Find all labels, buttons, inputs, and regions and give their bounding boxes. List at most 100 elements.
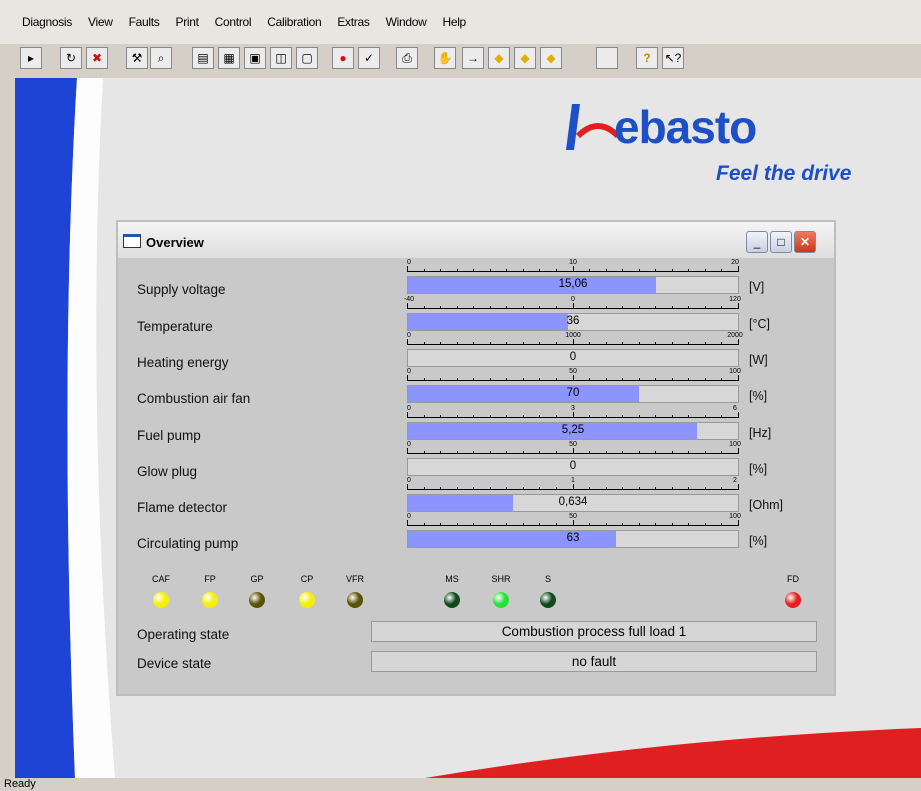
menu: Diagnosis View Faults Print Control Calibrati… bbox=[14, 15, 474, 35]
led-indicator-vfr bbox=[347, 592, 363, 608]
led-label-fd: FD bbox=[787, 574, 799, 584]
menu-item-calibration[interactable]: Calibration bbox=[259, 15, 329, 35]
menu-item-control[interactable]: Control bbox=[207, 15, 260, 35]
gauge-scale: 0 10 20 bbox=[407, 259, 739, 276]
gauge-unit: [%] bbox=[749, 389, 768, 403]
tool-icon[interactable]: ⚒ bbox=[126, 47, 148, 69]
tick-label: 0 bbox=[407, 405, 411, 412]
logo-word: ebasto bbox=[614, 101, 757, 153]
gauge-bar: 0 bbox=[407, 458, 739, 476]
menu-item-extras[interactable]: Extras bbox=[329, 15, 377, 35]
window-titlebar[interactable]: Overview _ □ ✕ bbox=[118, 222, 834, 258]
arrow-icon[interactable]: → bbox=[462, 47, 484, 69]
gauge: 0 1000 2000 0 bbox=[407, 332, 743, 367]
menu-item-faults[interactable]: Faults bbox=[121, 15, 168, 35]
maximize-button[interactable]: □ bbox=[770, 231, 792, 253]
gauge-label: Combustion air fan bbox=[137, 391, 251, 406]
window-icon[interactable]: ▢ bbox=[296, 47, 318, 69]
panel-icon[interactable]: ▣ bbox=[244, 47, 266, 69]
tick-label: 0 bbox=[407, 441, 411, 448]
menu-bar: Diagnosis View Faults Print Control Calibrati… bbox=[0, 0, 921, 44]
refresh-icon[interactable]: ↻ bbox=[60, 47, 82, 69]
gauge-bar: 36 bbox=[407, 313, 739, 331]
led-indicator-cp bbox=[299, 592, 315, 608]
gauge-scale: 0 50 100 bbox=[407, 513, 741, 530]
menu-item-view[interactable]: View bbox=[80, 15, 121, 35]
webasto-logo: ebasto Feel the drive bbox=[566, 100, 866, 190]
device-state-value: no fault bbox=[371, 651, 817, 672]
led-label-shr: SHR bbox=[491, 574, 511, 584]
gauge-label: Heating energy bbox=[137, 355, 229, 370]
context-help-icon[interactable]: ↖? bbox=[662, 47, 684, 69]
led-indicator-gp bbox=[249, 592, 265, 608]
menu-item-print[interactable]: Print bbox=[167, 15, 206, 35]
tagline: Feel the drive bbox=[716, 162, 852, 185]
tick-label: 50 bbox=[569, 513, 577, 520]
gauge-scale: 0 50 100 bbox=[407, 441, 741, 458]
record-icon[interactable]: ● bbox=[332, 47, 354, 69]
gauge-bar: 63 bbox=[407, 530, 739, 548]
help-icon[interactable]: ? bbox=[636, 47, 658, 69]
tick-label: 0 bbox=[571, 296, 575, 303]
gauge-value: 70 bbox=[566, 387, 580, 399]
led-label-cp: CP bbox=[300, 574, 314, 584]
close-button[interactable]: ✕ bbox=[794, 231, 816, 253]
diamond-icon[interactable]: ◆ bbox=[514, 47, 536, 69]
gauge-value: 63 bbox=[566, 532, 580, 544]
open-icon[interactable]: ▸ bbox=[20, 47, 42, 69]
tick-label: 100 bbox=[729, 513, 741, 520]
gauge: 0 1 2 0,634 bbox=[407, 477, 739, 512]
status-bar: Ready bbox=[0, 778, 921, 791]
gauge-value: 0 bbox=[569, 351, 577, 363]
tick-label: 2 bbox=[733, 477, 737, 484]
led-indicator-caf bbox=[153, 592, 169, 608]
tick-label: 6 bbox=[733, 405, 737, 412]
gauge-scale: 0 3 6 bbox=[407, 405, 739, 422]
gauge-unit: [°C] bbox=[749, 317, 770, 331]
grid-icon[interactable]: ▦ bbox=[218, 47, 240, 69]
check-icon[interactable]: ✓ bbox=[358, 47, 380, 69]
led-label-s: S bbox=[544, 574, 552, 584]
gauge-value: 36 bbox=[566, 315, 580, 327]
gauge-label: Flame detector bbox=[137, 500, 228, 515]
print-icon[interactable]: ⎙ bbox=[396, 47, 418, 69]
gauge-scale: 0 1000 2000 bbox=[407, 332, 743, 349]
hand-icon[interactable]: ✋ bbox=[434, 47, 456, 69]
led-indicator-fp bbox=[202, 592, 218, 608]
gauge-bar: 70 bbox=[407, 385, 739, 403]
operating-state-label: Operating state bbox=[137, 627, 230, 642]
menu-item-window[interactable]: Window bbox=[378, 15, 435, 35]
gauge-label: Circulating pump bbox=[137, 536, 239, 551]
tick-label: 0 bbox=[407, 332, 411, 339]
chart-icon[interactable]: ▤ bbox=[192, 47, 214, 69]
diamond-icon[interactable]: ◆ bbox=[488, 47, 510, 69]
tick-label: 10 bbox=[569, 259, 577, 266]
gauge-unit: [W] bbox=[749, 353, 768, 367]
gauge-scale: -40 0 120 bbox=[404, 296, 741, 313]
tick-label: 2000 bbox=[727, 332, 743, 339]
led-indicator-fd bbox=[785, 592, 801, 608]
minimize-button[interactable]: _ bbox=[746, 231, 768, 253]
gauge-bar: 15,06 bbox=[407, 276, 739, 294]
tick-label: 120 bbox=[729, 296, 741, 303]
gauge: -40 0 120 36 bbox=[404, 296, 741, 331]
led-label-ms: MS bbox=[445, 574, 459, 584]
blank-icon[interactable] bbox=[596, 47, 618, 69]
gauge-value: 15,06 bbox=[558, 278, 588, 290]
gauge-label: Glow plug bbox=[137, 464, 198, 479]
stop-icon[interactable]: ✖ bbox=[86, 47, 108, 69]
zoom-icon[interactable]: ⌕ bbox=[150, 47, 172, 69]
operating-state-value: Combustion process full load 1 bbox=[371, 621, 817, 642]
led-indicator-ms bbox=[444, 592, 460, 608]
menu-item-help[interactable]: Help bbox=[434, 15, 473, 35]
tick-label: 0 bbox=[407, 513, 411, 520]
menu-item-diagnosis[interactable]: Diagnosis bbox=[14, 15, 80, 35]
gauge-unit: [V] bbox=[749, 280, 765, 294]
device-state-label: Device state bbox=[137, 656, 212, 671]
gauge: 0 50 100 0 bbox=[407, 441, 741, 476]
gauge-value: 0 bbox=[569, 460, 577, 472]
gauge-scale: 0 50 100 bbox=[407, 368, 741, 385]
graph-icon[interactable]: ◫ bbox=[270, 47, 292, 69]
gauge-unit: [Ohm] bbox=[749, 498, 784, 512]
diamond-icon[interactable]: ◆ bbox=[540, 47, 562, 69]
